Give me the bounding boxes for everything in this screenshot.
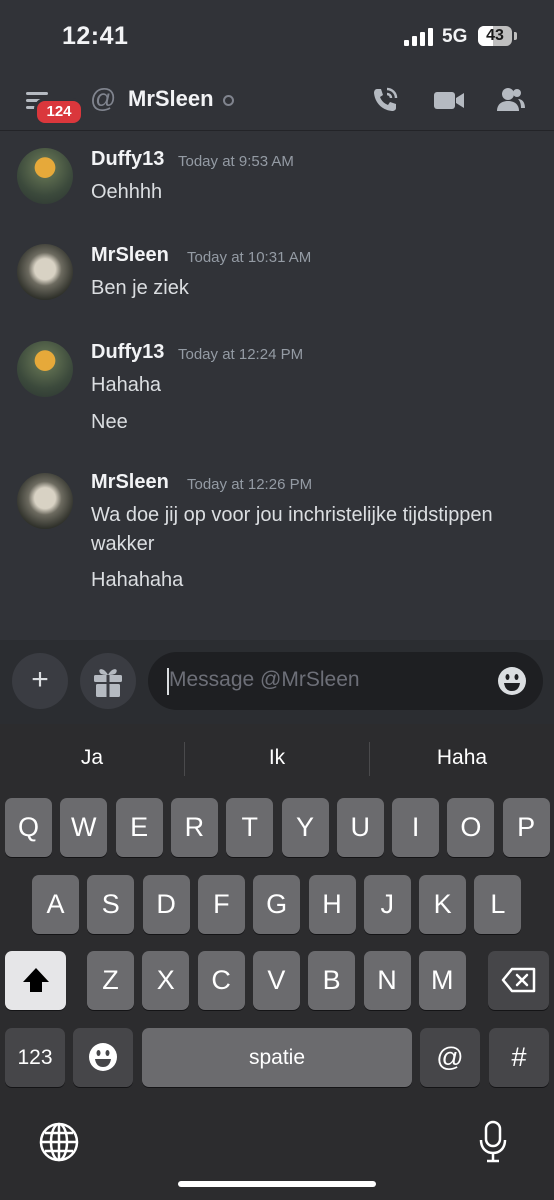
- key-u[interactable]: U: [336, 798, 384, 857]
- gift-button[interactable]: [80, 653, 136, 709]
- key-i[interactable]: I: [392, 798, 440, 857]
- key-k[interactable]: K: [419, 875, 467, 934]
- key-t[interactable]: T: [226, 798, 274, 857]
- key-d[interactable]: D: [142, 875, 190, 934]
- avatar-duffy13[interactable]: [17, 148, 73, 204]
- message-list: Duffy13 Today at 9:53 AM Oehhhh MrSleen …: [0, 131, 554, 639]
- message-text[interactable]: Wa doe jij op voor jou inchristelijke ti…: [91, 501, 541, 559]
- key-w[interactable]: W: [60, 798, 108, 857]
- message-author[interactable]: Duffy13: [91, 148, 164, 171]
- status-time: 12:41: [62, 22, 129, 50]
- battery-percent: 43: [486, 27, 504, 44]
- key-g[interactable]: G: [253, 875, 301, 934]
- key-p[interactable]: P: [502, 798, 550, 857]
- at-key[interactable]: @: [420, 1028, 480, 1087]
- emoji-icon[interactable]: [497, 666, 527, 696]
- space-key[interactable]: spatie: [142, 1028, 412, 1087]
- plus-icon: +: [31, 663, 49, 696]
- home-indicator[interactable]: [178, 1181, 376, 1187]
- gift-icon: [94, 669, 122, 697]
- key-y[interactable]: Y: [281, 798, 329, 857]
- message-author[interactable]: MrSleen: [91, 244, 169, 267]
- battery-icon: 43: [478, 26, 512, 46]
- offline-status-icon: [223, 95, 234, 106]
- avatar-duffy13[interactable]: [17, 341, 73, 397]
- hash-key[interactable]: #: [489, 1028, 549, 1087]
- suggestion-item[interactable]: Ja: [7, 746, 177, 770]
- dm-title[interactable]: MrSleen: [128, 86, 214, 112]
- globe-button[interactable]: [38, 1121, 80, 1163]
- message-author[interactable]: MrSleen: [91, 471, 169, 494]
- message-timestamp: Today at 9:53 AM: [178, 153, 294, 170]
- members-button[interactable]: [495, 84, 527, 116]
- voice-call-button[interactable]: [369, 84, 401, 116]
- message-placeholder: Message @MrSleen: [169, 668, 360, 691]
- message-composer: + Message @MrSleen: [0, 640, 554, 724]
- key-l[interactable]: L: [474, 875, 522, 934]
- key-m[interactable]: M: [418, 951, 466, 1010]
- battery-cap: [514, 32, 517, 40]
- shift-key[interactable]: [5, 951, 66, 1010]
- key-e[interactable]: E: [115, 798, 163, 857]
- ios-keyboard: Ja Ik Haha QWERTYUIOP ASDFGHJKL ZXCVBNM …: [0, 724, 554, 1200]
- key-f[interactable]: F: [197, 875, 245, 934]
- emoji-icon: [89, 1043, 117, 1071]
- key-x[interactable]: X: [142, 951, 190, 1010]
- key-h[interactable]: H: [308, 875, 356, 934]
- key-s[interactable]: S: [87, 875, 135, 934]
- dictation-button[interactable]: [476, 1119, 510, 1165]
- key-b[interactable]: B: [308, 951, 356, 1010]
- key-q[interactable]: Q: [5, 798, 52, 857]
- attach-button[interactable]: +: [12, 653, 68, 709]
- dm-header: 124 @ MrSleen: [0, 72, 554, 131]
- key-v[interactable]: V: [252, 951, 300, 1010]
- message-text[interactable]: Hahahaha: [91, 566, 541, 595]
- server-list-button[interactable]: 124: [22, 86, 84, 126]
- backspace-key[interactable]: [488, 951, 549, 1010]
- key-n[interactable]: N: [363, 951, 411, 1010]
- key-j[interactable]: J: [363, 875, 411, 934]
- message-text[interactable]: Ben je ziek: [91, 274, 541, 303]
- numbers-key[interactable]: 123: [5, 1028, 65, 1087]
- shift-icon: [22, 968, 49, 992]
- backspace-icon: [501, 967, 535, 993]
- suggestion-divider: [369, 742, 370, 776]
- cellular-signal-icon: [404, 28, 434, 46]
- avatar-mrsleen[interactable]: [17, 244, 73, 300]
- at-icon: @: [90, 83, 117, 113]
- video-camera-icon: [434, 92, 464, 109]
- microphone-icon: [479, 1120, 507, 1163]
- message-text[interactable]: Hahaha: [91, 371, 541, 400]
- video-call-button[interactable]: [432, 84, 464, 116]
- message-timestamp: Today at 12:24 PM: [178, 346, 304, 363]
- members-icon: [497, 88, 525, 111]
- message-author[interactable]: Duffy13: [91, 341, 164, 364]
- message-timestamp: Today at 12:26 PM: [187, 476, 313, 493]
- suggestion-item[interactable]: Ik: [192, 746, 362, 770]
- key-a[interactable]: A: [32, 875, 79, 934]
- key-o[interactable]: O: [447, 798, 495, 857]
- phone-call-icon: [374, 87, 398, 111]
- unread-badge: 124: [34, 98, 84, 126]
- globe-icon: [39, 1122, 79, 1162]
- message-input[interactable]: Message @MrSleen: [148, 652, 543, 710]
- message-text[interactable]: Oehhhh: [91, 178, 541, 207]
- suggestion-divider: [184, 742, 185, 776]
- message-timestamp: Today at 10:31 AM: [187, 249, 312, 266]
- status-bar: 12:41 5G 43: [0, 0, 554, 72]
- key-r[interactable]: R: [170, 798, 218, 857]
- message-text[interactable]: Nee: [91, 408, 541, 437]
- network-type: 5G: [442, 26, 468, 47]
- emoji-keyboard-key[interactable]: [73, 1028, 133, 1087]
- key-z[interactable]: Z: [87, 951, 134, 1010]
- key-c[interactable]: C: [197, 951, 245, 1010]
- avatar-mrsleen[interactable]: [17, 473, 73, 529]
- suggestion-item[interactable]: Haha: [377, 746, 547, 770]
